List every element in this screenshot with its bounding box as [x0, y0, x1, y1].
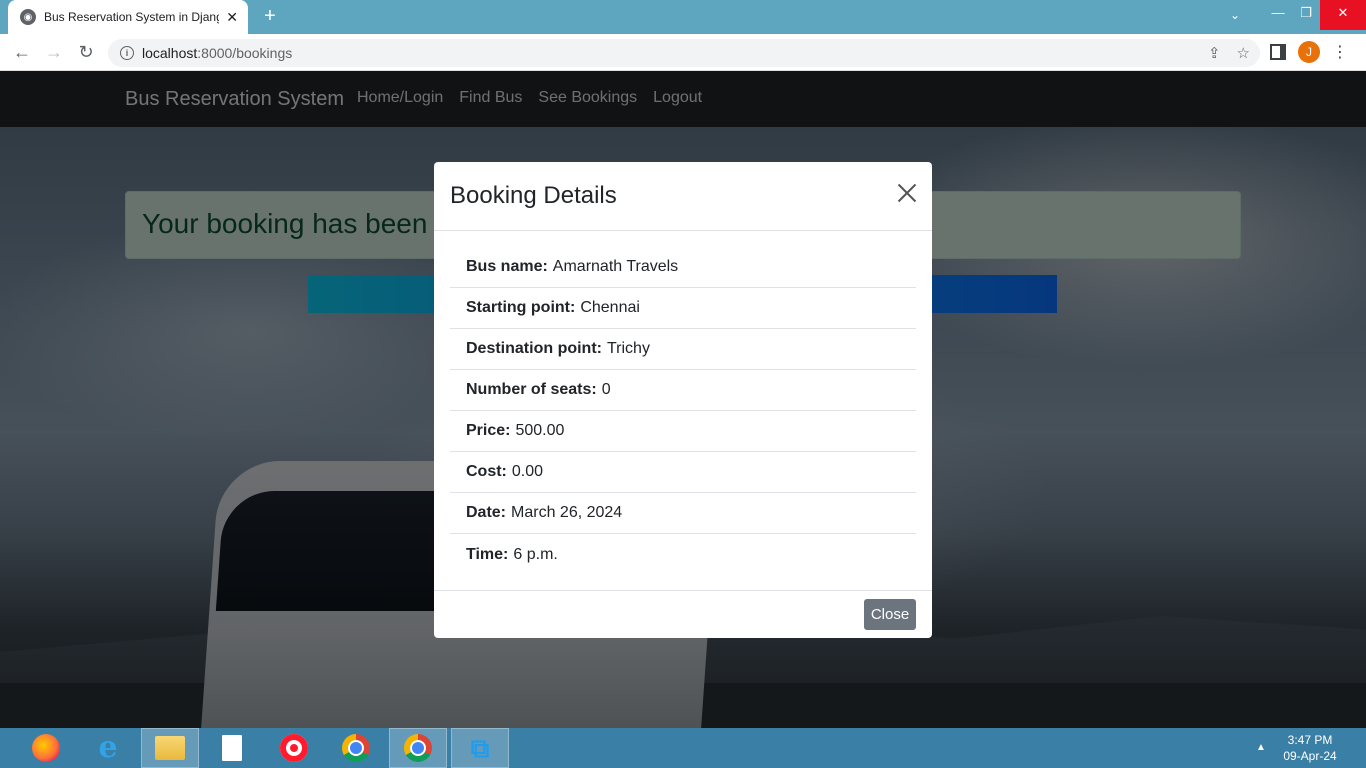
taskbar-clock[interactable]: 3:47 PM 09-Apr-24 — [1280, 732, 1340, 764]
detail-number-of-seats: Number of seats: 0 — [450, 370, 916, 411]
chrome-icon — [404, 734, 432, 762]
vscode-icon: ⧉ — [470, 733, 490, 763]
taskbar: e ⧉ ▲ 3:47 PM 09-Apr-24 — [0, 728, 1366, 768]
window-controls: — ❐ ✕ — [1264, 0, 1366, 34]
share-icon[interactable]: ⇪ — [1208, 44, 1221, 62]
reload-icon[interactable]: ↻ — [74, 41, 98, 65]
browser-tab[interactable]: ◉ Bus Reservation System in Djang ✕ — [8, 0, 248, 34]
document-icon — [222, 735, 242, 761]
taskbar-chrome[interactable] — [327, 728, 385, 768]
chrome-icon — [342, 734, 370, 762]
forward-arrow-icon[interactable]: → — [42, 41, 66, 65]
globe-icon: ◉ — [20, 9, 36, 25]
back-arrow-icon[interactable]: ← — [10, 41, 34, 65]
detail-cost: Cost: 0.00 — [450, 452, 916, 493]
tray-chevron-up-icon[interactable]: ▲ — [1256, 742, 1266, 753]
restore-icon[interactable]: ❐ — [1292, 0, 1320, 30]
page-content: Bus Reservation System Home/Login Find B… — [0, 71, 1366, 728]
taskbar-opera[interactable] — [265, 728, 323, 768]
taskbar-vscode[interactable]: ⧉ — [451, 728, 509, 768]
site-info-icon[interactable]: i — [120, 46, 134, 60]
clock-time: 3:47 PM — [1287, 733, 1333, 747]
taskbar-chrome-active[interactable] — [389, 728, 447, 768]
opera-icon — [280, 734, 308, 762]
firefox-icon — [32, 734, 60, 762]
address-bar[interactable]: i localhost:8000/bookings ⇪ ☆ — [108, 39, 1260, 67]
modal-header: Booking Details — [434, 162, 932, 231]
detail-bus-name: Bus name: Amarnath Travels — [450, 247, 916, 288]
browser-tabstrip: ◉ Bus Reservation System in Djang ✕ + ⌄ … — [0, 0, 1366, 34]
modal-title: Booking Details — [450, 182, 617, 209]
tab-search-chevron-icon[interactable]: ⌄ — [1230, 8, 1240, 22]
folder-icon — [155, 736, 185, 760]
modal-close-icon[interactable] — [896, 182, 918, 204]
close-button[interactable]: Close — [864, 599, 916, 630]
window-close-icon[interactable]: ✕ — [1320, 0, 1366, 30]
bookmark-star-icon[interactable]: ☆ — [1237, 44, 1250, 62]
booking-detail-list: Bus name: Amarnath Travels Starting point… — [450, 247, 916, 575]
tab-title: Bus Reservation System in Djang — [44, 10, 219, 24]
url-text: localhost:8000/bookings — [142, 45, 293, 61]
taskbar-notepad[interactable] — [203, 728, 261, 768]
detail-time: Time: 6 p.m. — [466, 545, 558, 563]
taskbar-internet-explorer[interactable]: e — [79, 728, 137, 768]
detail-date: Date: March 26, 2024 — [450, 493, 916, 534]
booking-details-modal: Booking Details Bus name: Amarnath Travel… — [434, 162, 932, 638]
new-tab-button[interactable]: + — [258, 5, 282, 29]
clock-date: 09-Apr-24 — [1283, 749, 1337, 763]
taskbar-firefox[interactable] — [17, 728, 75, 768]
modal-body: Bus name: Amarnath Travels Starting point… — [434, 231, 932, 590]
tab-close-icon[interactable]: ✕ — [226, 9, 238, 26]
detail-destination-point: Destination point: Trichy — [450, 329, 916, 370]
side-panel-icon[interactable] — [1270, 44, 1286, 60]
detail-price: Price: 500.00 — [450, 411, 916, 452]
taskbar-file-explorer[interactable] — [141, 728, 199, 768]
internet-explorer-icon: e — [98, 730, 118, 765]
browser-toolbar: ← → ↻ i localhost:8000/bookings ⇪ ☆ J ⋮ — [0, 34, 1366, 71]
menu-kebab-icon[interactable]: ⋮ — [1332, 42, 1348, 62]
detail-starting-point: Starting point: Chennai — [450, 288, 916, 329]
modal-footer: Close — [434, 590, 932, 638]
profile-avatar[interactable]: J — [1298, 41, 1320, 63]
minimize-icon[interactable]: — — [1264, 0, 1292, 30]
